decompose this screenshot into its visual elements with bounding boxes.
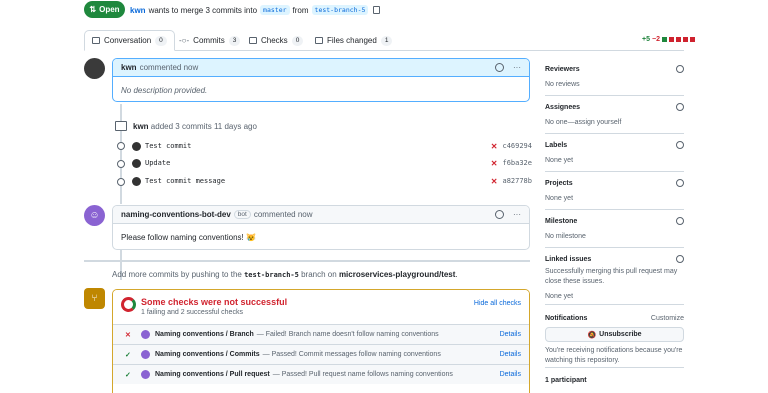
tab-files-changed[interactable]: Files changed 1 xyxy=(315,30,393,51)
commit-message[interactable]: Update xyxy=(145,159,170,167)
kebab-menu-icon[interactable]: ··· xyxy=(513,63,521,72)
diffstat-block xyxy=(689,37,695,42)
comment-author[interactable]: naming-conventions-bot-dev xyxy=(121,210,231,219)
tab-commits[interactable]: -○- Commits 3 xyxy=(179,30,241,51)
author-link[interactable]: kwn xyxy=(130,6,146,15)
reaction-icon[interactable] xyxy=(495,210,504,219)
commit-sha[interactable]: f6ba32e xyxy=(502,159,532,167)
tab-conversation[interactable]: Conversation 0 xyxy=(84,30,175,51)
sidebar-labels: Labels None yet xyxy=(545,141,684,172)
commit-row: Test commit message ✕ a82778b xyxy=(132,175,532,187)
commit-icon xyxy=(116,177,126,187)
x-icon[interactable]: ✕ xyxy=(491,177,498,186)
commit-sha[interactable]: a82778b xyxy=(502,177,532,185)
comment-body: Please follow naming conventions! 😿 xyxy=(121,233,256,242)
commit-icon xyxy=(116,141,126,151)
avatar[interactable] xyxy=(132,176,141,186)
head-branch[interactable]: test-branch-5 xyxy=(311,5,369,15)
x-icon: ✕ xyxy=(125,331,131,339)
details-link[interactable]: Details xyxy=(500,371,521,378)
details-link[interactable]: Details xyxy=(500,331,521,338)
pull-request-icon: ⇅ xyxy=(89,5,97,14)
copy-icon[interactable] xyxy=(373,6,381,14)
commits-event: kwn added 3 commits 11 days ago xyxy=(133,122,257,131)
checks-panel: Some checks were not successful 1 failin… xyxy=(112,289,530,393)
timeline-line xyxy=(120,104,122,204)
check-status-ring-icon xyxy=(121,297,136,312)
commit-row: Test commit ✕ c469294 xyxy=(132,140,532,152)
sidebar-reviewers: Reviewers No reviews xyxy=(545,65,684,96)
git-merge-icon: ⑂ xyxy=(84,288,105,309)
participants-title: 1 participant xyxy=(545,377,587,384)
checks-title: Some checks were not successful xyxy=(141,297,288,307)
bot-avatar[interactable]: ☺ xyxy=(84,205,105,226)
app-icon xyxy=(141,330,150,339)
comment-icon xyxy=(92,37,100,44)
x-icon[interactable]: ✕ xyxy=(491,142,498,151)
file-diff-icon xyxy=(315,37,323,44)
avatar[interactable] xyxy=(132,141,141,151)
gear-icon[interactable] xyxy=(676,65,684,73)
bell-slash-icon: 🔕 xyxy=(587,331,597,339)
push-hint: Add more commits by pushing to the test-… xyxy=(112,270,458,279)
details-link[interactable]: Details xyxy=(500,351,521,358)
comment-header: kwn commented now ··· xyxy=(113,59,529,77)
merge-summary: kwn wants to merge 3 commits into master… xyxy=(130,5,381,15)
repo-push-icon xyxy=(115,121,127,131)
diffstat: +5 −2 xyxy=(642,36,695,43)
diffstat-block xyxy=(675,37,681,42)
status-badge: ⇅ Open xyxy=(84,1,125,18)
sidebar-notifications: Notifications Customize 🔕 Unsubscribe You… xyxy=(545,315,684,368)
reaction-icon[interactable] xyxy=(495,63,504,72)
gear-icon[interactable] xyxy=(676,217,684,225)
app-icon xyxy=(141,350,150,359)
gear-icon[interactable] xyxy=(676,103,684,111)
check-row: ✓ Naming conventions / Pull request — Pa… xyxy=(113,364,529,384)
commit-message[interactable]: Test commit message xyxy=(145,177,225,185)
timeline-divider xyxy=(84,260,530,262)
check-icon: ✓ xyxy=(125,371,131,379)
gear-icon[interactable] xyxy=(676,141,684,149)
checks-subtitle: 1 failing and 2 successful checks xyxy=(141,309,243,316)
hide-all-checks-link[interactable]: Hide all checks xyxy=(474,300,521,307)
comment-header: naming-conventions-bot-dev bot commented… xyxy=(113,206,529,224)
tab-checks[interactable]: Checks 0 xyxy=(249,30,304,51)
kebab-menu-icon[interactable]: ··· xyxy=(513,210,521,219)
pr-description-comment: kwn commented now ··· No description pro… xyxy=(112,58,530,102)
commit-message[interactable]: Test commit xyxy=(145,142,191,150)
comment-author[interactable]: kwn xyxy=(121,63,137,72)
bot-comment: naming-conventions-bot-dev bot commented… xyxy=(112,205,530,250)
base-branch[interactable]: master xyxy=(260,5,290,15)
gear-icon[interactable] xyxy=(676,179,684,187)
pr-tabs: Conversation 0 -○- Commits 3 Checks 0 Fi… xyxy=(84,30,684,51)
comment-body: No description provided. xyxy=(121,86,208,95)
diffstat-block xyxy=(682,37,688,42)
avatar[interactable] xyxy=(84,58,105,79)
commit-icon: -○- xyxy=(179,36,190,45)
app-icon xyxy=(141,370,150,379)
sidebar-milestone: Milestone No milestone xyxy=(545,217,684,248)
gear-icon[interactable] xyxy=(676,255,684,263)
check-row: ✕ Naming conventions / Branch — Failed! … xyxy=(113,324,529,344)
check-icon: ✓ xyxy=(125,351,131,359)
diffstat-block xyxy=(668,37,674,42)
commit-sha[interactable]: c469294 xyxy=(502,142,532,150)
unsubscribe-button[interactable]: 🔕 Unsubscribe xyxy=(545,327,684,342)
sidebar-projects: Projects None yet xyxy=(545,179,684,210)
checklist-icon xyxy=(249,37,257,44)
checks-header: Some checks were not successful 1 failin… xyxy=(113,290,529,324)
customize-link[interactable]: Customize xyxy=(651,315,684,322)
sidebar-linked-issues: Linked issues Successfully merging this … xyxy=(545,255,684,305)
commit-row: Update ✕ f6ba32e xyxy=(132,157,532,169)
check-row: ✓ Naming conventions / Commits — Passed!… xyxy=(113,344,529,364)
assign-yourself-link[interactable]: No one—assign yourself xyxy=(545,118,684,128)
x-icon[interactable]: ✕ xyxy=(491,159,498,168)
diffstat-block xyxy=(661,37,667,42)
commit-icon xyxy=(116,159,126,169)
avatar[interactable] xyxy=(132,158,141,168)
repo-link[interactable]: microservices-playground/test xyxy=(339,270,455,279)
sidebar-assignees: Assignees No one—assign yourself xyxy=(545,103,684,134)
bot-label: bot xyxy=(233,210,251,219)
